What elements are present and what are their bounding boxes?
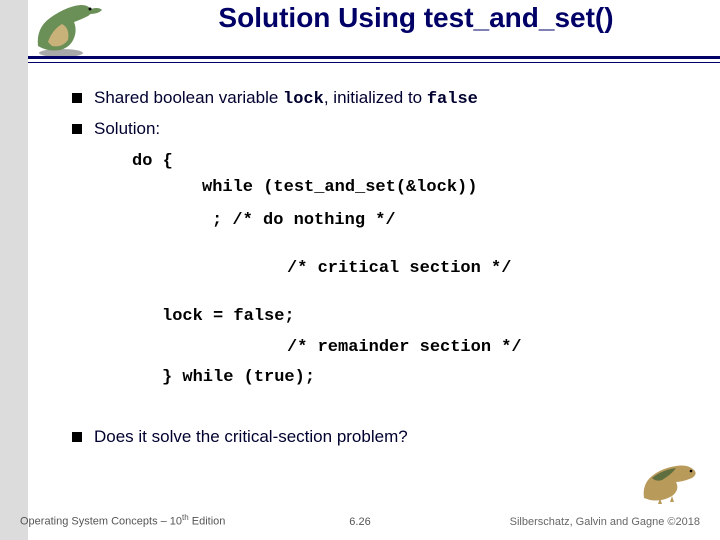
b1-code1: lock bbox=[283, 90, 324, 109]
bullet-1-text: Shared boolean variable lock, initialize… bbox=[94, 88, 478, 109]
code-block: do { while (test_and_set(&lock)) ; /* do… bbox=[132, 149, 682, 391]
bullet-marker-icon bbox=[72, 124, 82, 134]
code-line-5: lock = false; bbox=[162, 304, 682, 330]
bullet-3: Does it solve the critical-section probl… bbox=[72, 427, 682, 447]
bullet-2: Solution: bbox=[72, 119, 682, 139]
code-line-7: } while (true); bbox=[162, 365, 682, 391]
code-line-3: ; /* do nothing */ bbox=[212, 208, 682, 234]
b1-code2: false bbox=[427, 90, 478, 109]
bullet-3-text: Does it solve the critical-section probl… bbox=[94, 427, 408, 447]
dinosaur-footer-icon bbox=[642, 460, 702, 504]
bullet-marker-icon bbox=[72, 432, 82, 442]
slide-title: Solution Using test_and_set() bbox=[116, 2, 716, 34]
title-rule-thick bbox=[28, 56, 720, 59]
code-line-1: do { bbox=[132, 149, 682, 175]
title-rule-thin bbox=[28, 62, 720, 63]
b1-pre: Shared boolean variable bbox=[94, 88, 283, 107]
code-line-6: /* remainder section */ bbox=[287, 335, 682, 361]
dinosaur-logo-icon bbox=[28, 0, 108, 58]
footer-right: Silberschatz, Galvin and Gagne ©2018 bbox=[510, 516, 700, 528]
left-sidebar bbox=[0, 0, 28, 540]
bullet-marker-icon bbox=[72, 93, 82, 103]
code-line-4: /* critical section */ bbox=[287, 256, 682, 282]
slide-body: Shared boolean variable lock, initialize… bbox=[72, 88, 682, 457]
bullet-1: Shared boolean variable lock, initialize… bbox=[72, 88, 682, 109]
header: Solution Using test_and_set() bbox=[28, 0, 720, 80]
bullet-2-text: Solution: bbox=[94, 119, 160, 139]
b1-mid: , initialized to bbox=[324, 88, 427, 107]
code-line-2: while (test_and_set(&lock)) bbox=[202, 175, 682, 201]
